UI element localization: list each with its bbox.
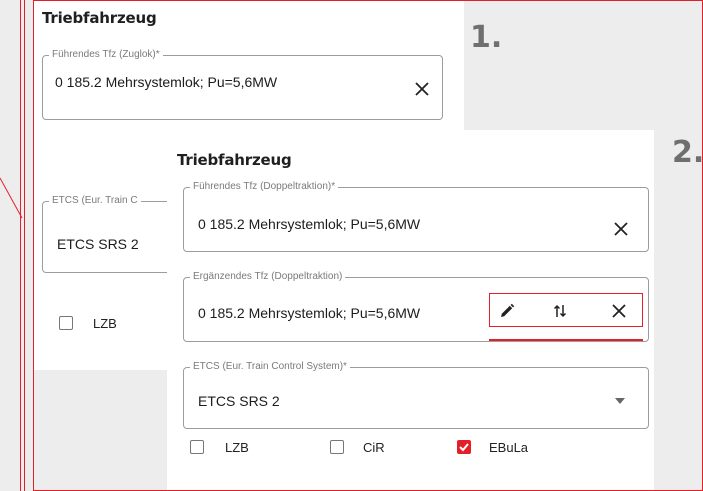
ebula-checkbox[interactable] [457,440,471,454]
annotation-line-left [0,177,23,219]
pencil-icon[interactable] [497,301,517,321]
lzb-checkbox-2[interactable] [190,440,204,454]
panel-2: Triebfahrzeug Führendes Tfz (Doppeltrakt… [167,130,654,491]
lead-loco-legend-2: Führendes Tfz (Doppeltraktion)* [190,181,339,192]
extra-loco-value: 0 185.2 Mehrsystemlok; Pu=5,6MW [198,305,421,321]
step-number-1: 1. [470,20,503,55]
panel-2-heading: Triebfahrzeug [177,151,292,169]
close-icon[interactable] [612,220,630,238]
etcs-value: ETCS SRS 2 [198,393,280,409]
action-icons-underline [489,339,643,341]
close-icon[interactable] [413,80,431,98]
extra-loco-legend: Ergänzendes Tfz (Doppeltraktion) [190,271,346,282]
lzb-label-2: LZB [225,440,249,455]
lzb-checkbox[interactable] [59,316,73,330]
step-number-2: 2. [672,135,703,170]
lead-loco-value-2: 0 185.2 Mehrsystemlok; Pu=5,6MW [198,216,421,232]
etcs-value-partial: ETCS SRS 2 [57,236,139,252]
lead-loco-field[interactable]: Führendes Tfz (Zuglok)* 0 185.2 Mehrsyst… [42,49,443,120]
close-icon[interactable] [610,302,628,320]
etcs-legend: ETCS (Eur. Train Control System)* [190,361,350,372]
lead-loco-field-2[interactable]: Führendes Tfz (Doppeltraktion)* 0 185.2 … [183,181,649,252]
swap-icon[interactable] [550,301,570,321]
cir-checkbox[interactable] [330,440,344,454]
caret-down-icon[interactable] [612,393,628,409]
lead-loco-value: 0 185.2 Mehrsystemlok; Pu=5,6MW [55,74,278,90]
etcs-legend-partial: ETCS (Eur. Train C [49,195,141,206]
ebula-label: EBuLa [489,440,529,455]
panel-1-heading: Triebfahrzeug [42,9,157,27]
cir-label: CiR [363,440,385,455]
lead-loco-legend: Führendes Tfz (Zuglok)* [49,49,163,60]
etcs-select[interactable]: ETCS (Eur. Train Control System)* ETCS S… [183,361,649,429]
lzb-label: LZB [93,316,117,331]
